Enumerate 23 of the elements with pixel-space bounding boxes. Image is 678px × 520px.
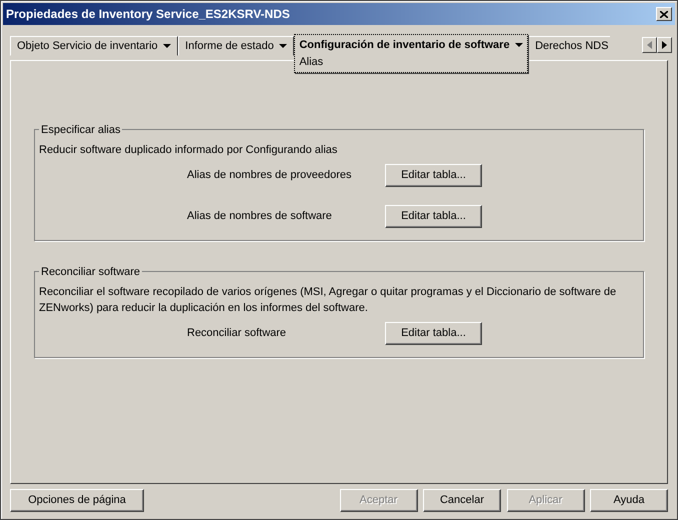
subtab[interactable]: Alias <box>299 54 324 70</box>
tab[interactable]: Objeto Servicio de inventario <box>10 36 178 56</box>
tab[interactable]: Derechos NDS <box>528 36 610 56</box>
dialog-button[interactable]: Ayuda <box>590 489 668 512</box>
edit-table-button[interactable]: Editar tabla... <box>385 205 482 228</box>
arrow-left-icon <box>646 40 652 49</box>
field-label: Alias de nombres de proveedores <box>187 168 352 184</box>
field-label: Alias de nombres de software <box>187 209 333 224</box>
edit-table-button[interactable]: Editar tabla... <box>385 164 482 187</box>
group-description: Reducir software duplicado informado por Configurando alias <box>39 143 338 158</box>
close-icon <box>660 10 668 18</box>
scroll-right-button[interactable] <box>656 36 672 53</box>
edit-table-button[interactable]: Editar tabla... <box>385 322 482 345</box>
tab-menu[interactable]: Configuración de inventario de software Alias <box>294 34 528 73</box>
dialog-button[interactable]: Cancelar <box>423 489 501 512</box>
tab[interactable]: Informe de estado <box>178 36 294 56</box>
field-label: Reconciliar software <box>187 326 288 342</box>
group-legend: Especificar alias <box>39 122 122 138</box>
arrow-right-icon <box>662 40 666 49</box>
close-button[interactable] <box>656 7 672 21</box>
window-title: Propiedades de Inventory Service_ES2KSRV-NDS <box>6 6 290 23</box>
group-description: Reconciliar el software recopilado de varios orígenes (MSI, Agregar o quitar programas y el Diccionario de software de ZENworks) para reducir la duplicación en los informes del software. <box>39 285 618 316</box>
dialog-button[interactable]: Opciones de página <box>10 489 144 512</box>
